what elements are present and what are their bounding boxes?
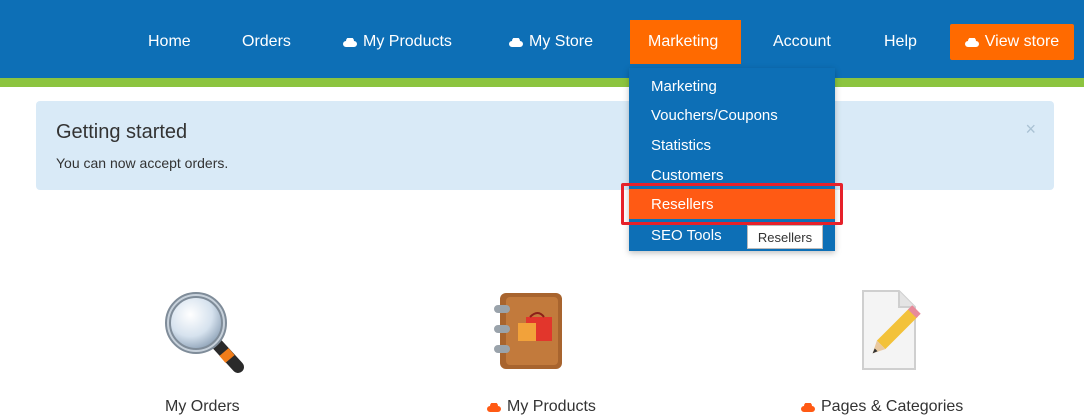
nav-home[interactable]: Home xyxy=(148,20,191,64)
nav-account[interactable]: Account xyxy=(773,20,831,64)
feature-pages-categories[interactable] xyxy=(841,285,931,375)
feature-label-text: Pages & Categories xyxy=(821,398,964,415)
nav-help[interactable]: Help xyxy=(884,20,917,64)
nav-help-label: Help xyxy=(884,33,917,50)
magnifier-icon xyxy=(158,285,248,375)
cloud-icon xyxy=(343,37,357,47)
resellers-tooltip: Resellers xyxy=(747,225,823,249)
nav-my-products[interactable]: My Products xyxy=(343,20,452,64)
feature-my-products[interactable] xyxy=(486,285,576,375)
notebook-icon xyxy=(486,285,576,375)
resellers-highlight-box xyxy=(621,183,843,225)
cloud-icon xyxy=(964,37,979,47)
close-icon[interactable]: × xyxy=(1025,119,1036,140)
menu-item-customers[interactable]: Customers xyxy=(651,167,724,184)
nav-my-store-label: My Store xyxy=(529,33,594,50)
view-store-label: View store xyxy=(984,33,1060,50)
cloud-icon xyxy=(509,37,523,47)
feature-my-products-label[interactable]: My Products xyxy=(487,398,596,416)
menu-item-marketing[interactable]: Marketing xyxy=(651,78,717,95)
menu-item-statistics[interactable]: Statistics xyxy=(651,137,711,154)
feature-label-text: My Products xyxy=(507,398,596,415)
cloud-icon xyxy=(801,402,815,412)
getting-started-alert: Getting started You can now accept order… xyxy=(36,101,1054,190)
nav-marketing-label: Marketing xyxy=(648,33,719,50)
feature-pages-categories-label[interactable]: Pages & Categories xyxy=(801,398,963,416)
nav-my-products-label: My Products xyxy=(363,33,452,50)
menu-item-seo-tools[interactable]: SEO Tools xyxy=(651,227,722,244)
nav-marketing[interactable]: Marketing xyxy=(630,20,741,64)
nav-orders-label: Orders xyxy=(242,33,291,50)
nav-my-store[interactable]: My Store xyxy=(509,20,593,64)
menu-item-vouchers-coupons[interactable]: Vouchers/Coupons xyxy=(651,107,778,124)
view-store-button[interactable]: View store xyxy=(950,24,1074,60)
cloud-icon xyxy=(487,402,501,412)
nav-home-label: Home xyxy=(148,33,191,50)
nav-account-label: Account xyxy=(773,33,831,50)
feature-my-orders-label[interactable]: My Orders xyxy=(165,398,240,416)
feature-my-orders[interactable] xyxy=(158,285,248,375)
feature-label-text: My Orders xyxy=(165,398,240,415)
alert-text: You can now accept orders. xyxy=(56,155,229,171)
page-edit-icon xyxy=(841,285,931,375)
nav-accent-line xyxy=(0,78,1084,87)
alert-title: Getting started xyxy=(56,121,188,143)
nav-orders[interactable]: Orders xyxy=(242,20,291,64)
